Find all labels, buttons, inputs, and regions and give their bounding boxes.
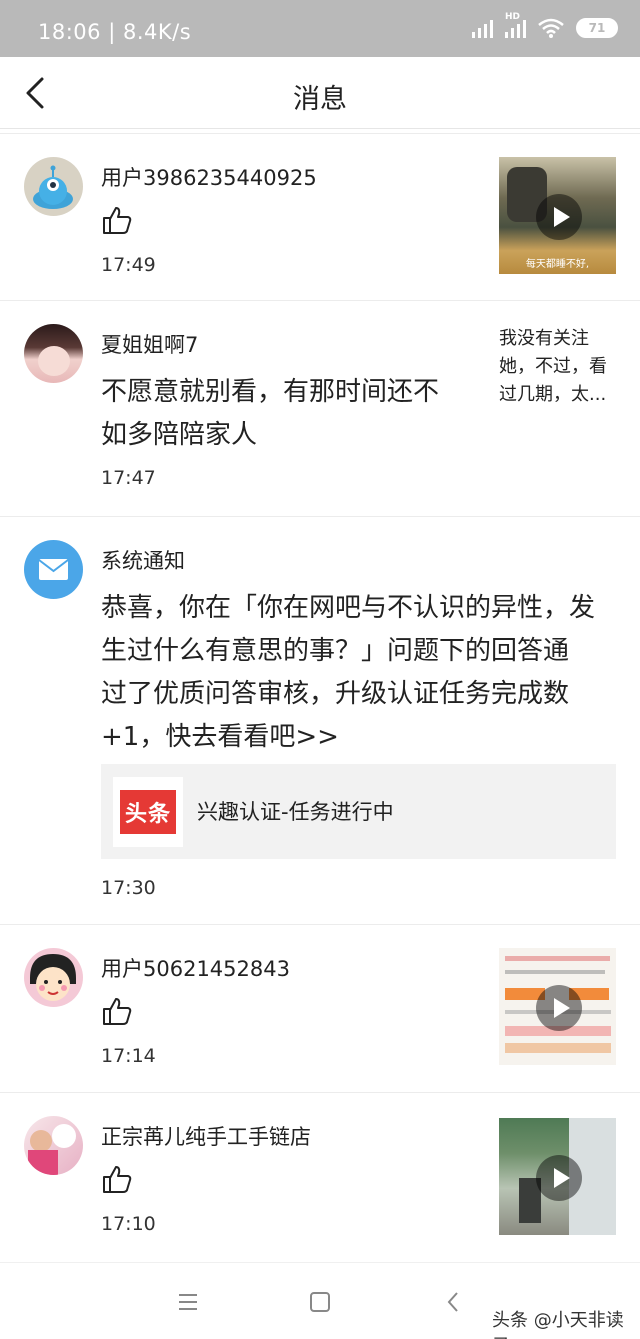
message-item[interactable]: 夏姐姐啊7 不愿意就别看，有那时间还不 如多陪陪家人 17:47 我没有关注 她… <box>0 301 640 517</box>
message-time: 17:10 <box>101 1213 156 1235</box>
notification-link[interactable]: +1，快去看看吧>> <box>101 716 595 759</box>
status-bar: 18:06 | 8.4K/s HD 71 <box>0 0 640 57</box>
original-comment-snippet[interactable]: 我没有关注 她，不过，看 过几期，太... <box>499 325 617 409</box>
username[interactable]: 用户3986235440925 <box>101 162 317 192</box>
video-thumbnail[interactable] <box>499 948 616 1065</box>
alien-avatar-icon <box>33 165 73 209</box>
like-icon <box>103 207 132 234</box>
message-time: 17:49 <box>101 254 156 276</box>
avatar[interactable] <box>24 324 83 383</box>
task-card[interactable]: 头条 兴趣认证-任务进行中 <box>101 764 616 859</box>
signal-hd-icon: HD <box>505 12 526 38</box>
task-card-text: 兴趣认证-任务进行中 <box>197 800 394 824</box>
thumbnail-caption: 每天都睡不好, <box>525 259 590 270</box>
username[interactable]: 夏姐姐啊7 <box>101 329 198 359</box>
avatar[interactable] <box>24 157 83 216</box>
system-notification-avatar <box>24 540 83 599</box>
message-time: 17:30 <box>101 877 156 899</box>
nav-bar: 消息 <box>0 57 640 129</box>
status-right: HD 71 <box>472 12 618 38</box>
status-left: 18:06 | 8.4K/s <box>38 20 192 44</box>
status-speed: 8.4K/s <box>122 20 192 44</box>
signal-icon <box>472 18 493 38</box>
home-icon[interactable] <box>308 1290 332 1314</box>
page-title: 消息 <box>293 84 347 115</box>
play-icon <box>536 194 582 240</box>
cartoon-girl-avatar-icon <box>30 954 76 1001</box>
message-item[interactable]: 用户3986235440925 17:49 每天都睡不好, <box>0 134 640 301</box>
message-time: 17:47 <box>101 467 156 489</box>
battery-icon: 71 <box>576 18 618 38</box>
video-thumbnail[interactable]: 每天都睡不好, <box>499 157 616 274</box>
video-thumbnail[interactable] <box>499 1118 616 1235</box>
comment-text: 不愿意就别看，有那时间还不 如多陪陪家人 <box>101 377 440 450</box>
like-icon <box>103 998 132 1025</box>
notification-text: 恭喜，你在「你在网吧与不认识的异性，发 生过什么有意思的事？」问题下的回答通 过… <box>101 587 595 759</box>
message-item[interactable]: 正宗苒儿纯手工手链店 17:10 <box>0 1093 640 1262</box>
menu-icon[interactable] <box>176 1290 200 1314</box>
avatar[interactable] <box>24 1116 83 1175</box>
like-icon <box>103 1166 132 1193</box>
wifi-icon <box>538 18 564 38</box>
play-icon <box>536 1155 582 1201</box>
username[interactable]: 用户50621452843 <box>101 953 290 983</box>
message-time: 17:14 <box>101 1045 156 1067</box>
system-notification-item[interactable]: 系统通知 恭喜，你在「你在网吧与不认识的异性，发 生过什么有意思的事？」问题下的… <box>0 517 640 925</box>
message-item[interactable]: 用户50621452843 17:14 <box>0 925 640 1093</box>
toutiao-logo: 头条 <box>113 777 183 847</box>
status-time: 18:06 <box>38 20 102 44</box>
watermark: 头条 @小天非读录 <box>492 1310 624 1339</box>
envelope-icon <box>38 559 69 580</box>
avatar[interactable] <box>24 948 83 1007</box>
username[interactable]: 正宗苒儿纯手工手链店 <box>101 1121 311 1151</box>
back-icon[interactable] <box>442 1290 466 1314</box>
sender-name: 系统通知 <box>101 549 185 573</box>
play-icon <box>536 985 582 1031</box>
